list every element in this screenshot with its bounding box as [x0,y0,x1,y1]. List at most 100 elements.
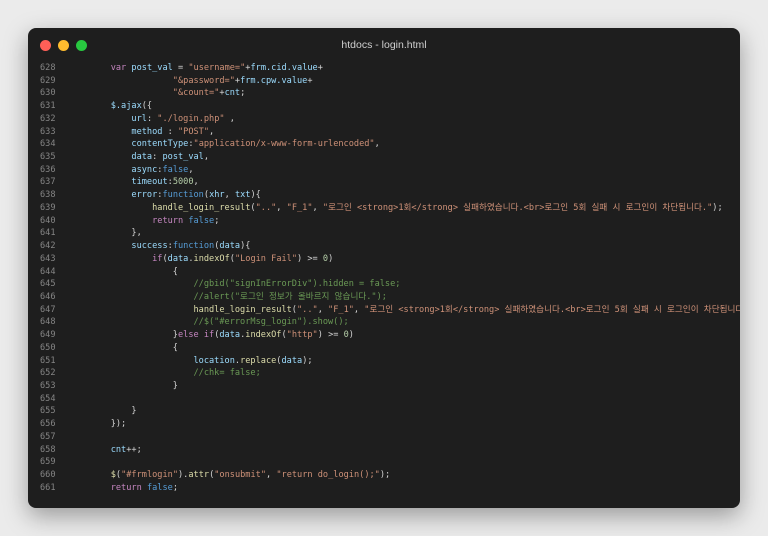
line-text: handle_login_result("..", "F_1", "로그인 <s… [90,202,723,215]
code-line: 657 [28,431,740,444]
code-token: ; [214,215,220,226]
line-number: 644 [40,266,56,277]
code-token: = [172,63,189,73]
line-number: 635 [40,152,56,163]
code-token: , [276,202,287,213]
line-text: contentType:"application/x-www-form-urle… [90,138,379,151]
line-text: //$("#errorMsg_login").show(); [90,316,348,329]
code-token: handle_login_result [152,202,251,213]
code-line: 641 }, [28,227,740,240]
line-text: handle_login_result("..", "F_1", "로그인 <s… [90,304,740,317]
code-token: 5000 [172,177,194,188]
line-number: 637 [40,177,56,188]
line-number: 629 [40,75,56,86]
code-token: var [110,63,127,73]
line-text: if(data.indexOf("Login Fail") >= 0) [90,253,333,266]
line-text: cnt++; [90,444,142,457]
code-token: frm.cid.value [250,63,318,73]
code-token: //chk= false; [193,368,261,379]
code-token: ). [178,470,189,480]
code-token: "Login Fail" [234,253,298,264]
code-token: "&password=" [172,75,235,86]
code-line: 638 error:function(xhr, txt){ [28,189,740,202]
line-text: data: post_val, [90,151,209,164]
code-token: , [317,304,329,315]
line-text: $.ajax({ [90,100,152,113]
line-number: 661 [40,482,56,493]
code-token: , [224,190,235,201]
code-token: + [317,63,323,73]
code-token: async [131,164,158,175]
code-token: replace [240,355,277,366]
code-line: 650 { [28,342,740,355]
code-token: $.ajax [110,101,142,112]
code-token: , [266,470,277,480]
line-text: success:function(data){ [90,240,250,253]
code-token: //alert("로그인 정보가 올바르지 않습니다."); [193,291,387,302]
code-line: 633 method : "POST", [28,126,740,139]
code-token: data [131,152,153,163]
code-token: timeout [131,177,168,188]
code-token: function [162,190,204,201]
line-number: 643 [40,253,56,264]
line-text: //chk= false; [90,367,261,380]
code-token: "F_1" [328,304,354,315]
code-area[interactable]: 628 var post_val = "username="+frm.cid.v… [28,62,740,494]
line-text: "&password="+frm.cpw.value+ [90,75,313,88]
code-token: "로그인 <strong>1회</strong> 실패하였습니다.<br>로그인… [322,202,713,213]
code-token: } [90,330,178,341]
code-token: ){ [240,241,251,252]
line-number: 646 [40,291,56,302]
code-token: , [209,126,215,137]
code-token: } [90,406,137,417]
code-token: //gbid("signInErrorDiv").hidden = false; [193,279,401,290]
line-number: 647 [40,304,56,315]
line-number: 633 [40,126,56,137]
code-token: ) [328,253,334,264]
code-token: url [131,113,147,124]
code-line: 629 "&password="+frm.cpw.value+ [28,75,740,88]
line-number: 657 [40,431,56,442]
line-number: 650 [40,342,56,353]
line-text: }, [90,227,141,240]
code-token: ".." [296,304,318,315]
line-text: error:function(xhr, txt){ [90,189,260,202]
code-line: 660 $("#frmlogin").attr("onsubmit", "ret… [28,469,740,482]
code-token: "#frmlogin" [121,470,178,480]
line-text: }else if(data.indexOf("http") >= 0) [90,329,354,342]
code-token: ); [302,355,313,366]
line-number: 648 [40,317,56,328]
line-number: 640 [40,215,56,226]
code-line: 658 cnt++; [28,444,740,457]
code-line: 640 return false; [28,215,740,228]
line-text: $("#frmlogin").attr("onsubmit", "return … [90,469,391,482]
line-number: 631 [40,101,56,112]
code-line: 645 //gbid("signInErrorDiv").hidden = fa… [28,278,740,291]
code-token: cnt [110,444,127,455]
line-number: 642 [40,241,56,252]
code-token: false [188,215,215,226]
code-line: 647 handle_login_result("..", "F_1", "로그… [28,304,740,317]
code-token: } [90,380,178,391]
code-token: "POST" [177,126,210,137]
code-token: "./login.php" [157,113,225,124]
code-token: txt [234,190,251,201]
code-token: post_val [131,63,173,73]
line-text: { [90,266,178,279]
line-text: location.replace(data); [90,355,313,368]
